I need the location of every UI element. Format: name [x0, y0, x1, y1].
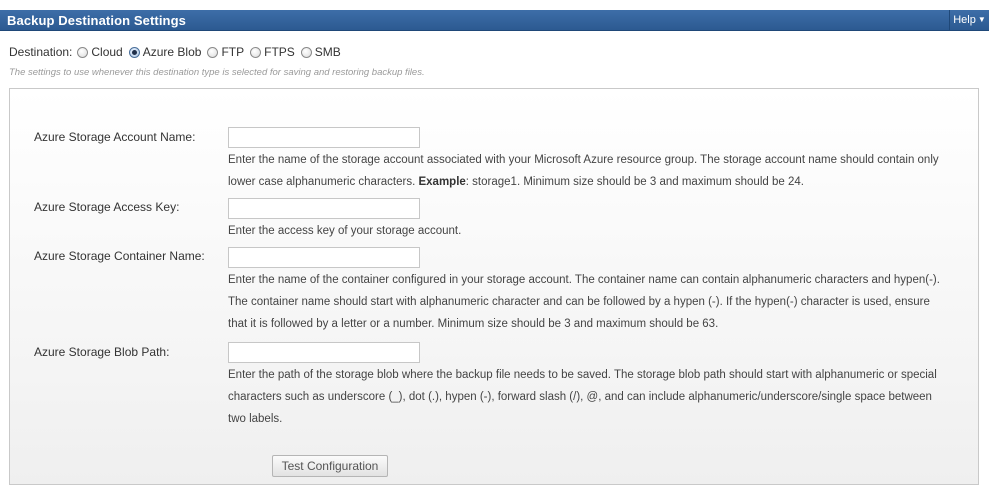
access-key-label: Azure Storage Access Key:: [34, 200, 180, 214]
radio-ftps[interactable]: FTPS: [250, 45, 295, 59]
settings-header: Backup Destination Settings Help ▼: [0, 10, 989, 31]
radio-label: FTPS: [264, 45, 295, 59]
radio-cloud[interactable]: Cloud: [77, 45, 123, 59]
access-key-input[interactable]: [228, 198, 420, 219]
caret-down-icon: ▼: [977, 15, 986, 24]
radio-circle-icon: [207, 46, 219, 58]
container-name-help: Enter the name of the container configur…: [228, 274, 940, 330]
access-key-help: Enter the access key of your storage acc…: [228, 225, 462, 237]
container-name-input[interactable]: [228, 247, 420, 268]
container-name-label: Azure Storage Container Name:: [34, 249, 205, 263]
test-configuration-button[interactable]: Test Configuration: [272, 455, 388, 477]
radio-circle-icon: [300, 46, 312, 58]
blob-path-input[interactable]: [228, 342, 420, 363]
account-name-input[interactable]: [228, 127, 420, 148]
radio-smb[interactable]: SMB: [300, 45, 341, 59]
radio-circle-icon: [77, 46, 89, 58]
radio-ftp[interactable]: FTP: [207, 45, 244, 59]
help-bold-text: Example: [418, 176, 466, 188]
radio-circle-icon: [250, 46, 262, 58]
radio-azure-blob[interactable]: Azure Blob: [128, 45, 202, 59]
destination-label: Destination:: [9, 45, 73, 59]
blob-path-label: Azure Storage Blob Path:: [34, 345, 170, 359]
blob-path-help: Enter the path of the storage blob where…: [228, 369, 937, 425]
radio-label: Cloud: [91, 45, 123, 59]
account-name-help: Enter the name of the storage account as…: [228, 149, 948, 193]
account-name-label: Azure Storage Account Name:: [34, 130, 196, 144]
radio-label: Azure Blob: [142, 45, 202, 59]
destination-hint: The settings to use whenever this destin…: [9, 67, 425, 78]
help-text: : storage1. Minimum size should be 3 and…: [465, 176, 804, 188]
help-label: Help: [953, 14, 976, 26]
destination-selector: Destination: Cloud Azure Blob FTP FTPS S…: [9, 45, 344, 59]
radio-label: SMB: [314, 45, 341, 59]
help-menu-button[interactable]: Help ▼: [949, 10, 989, 30]
radio-label: FTP: [221, 45, 245, 59]
page-title: Backup Destination Settings: [7, 13, 186, 28]
radio-selected-icon: [128, 46, 140, 58]
